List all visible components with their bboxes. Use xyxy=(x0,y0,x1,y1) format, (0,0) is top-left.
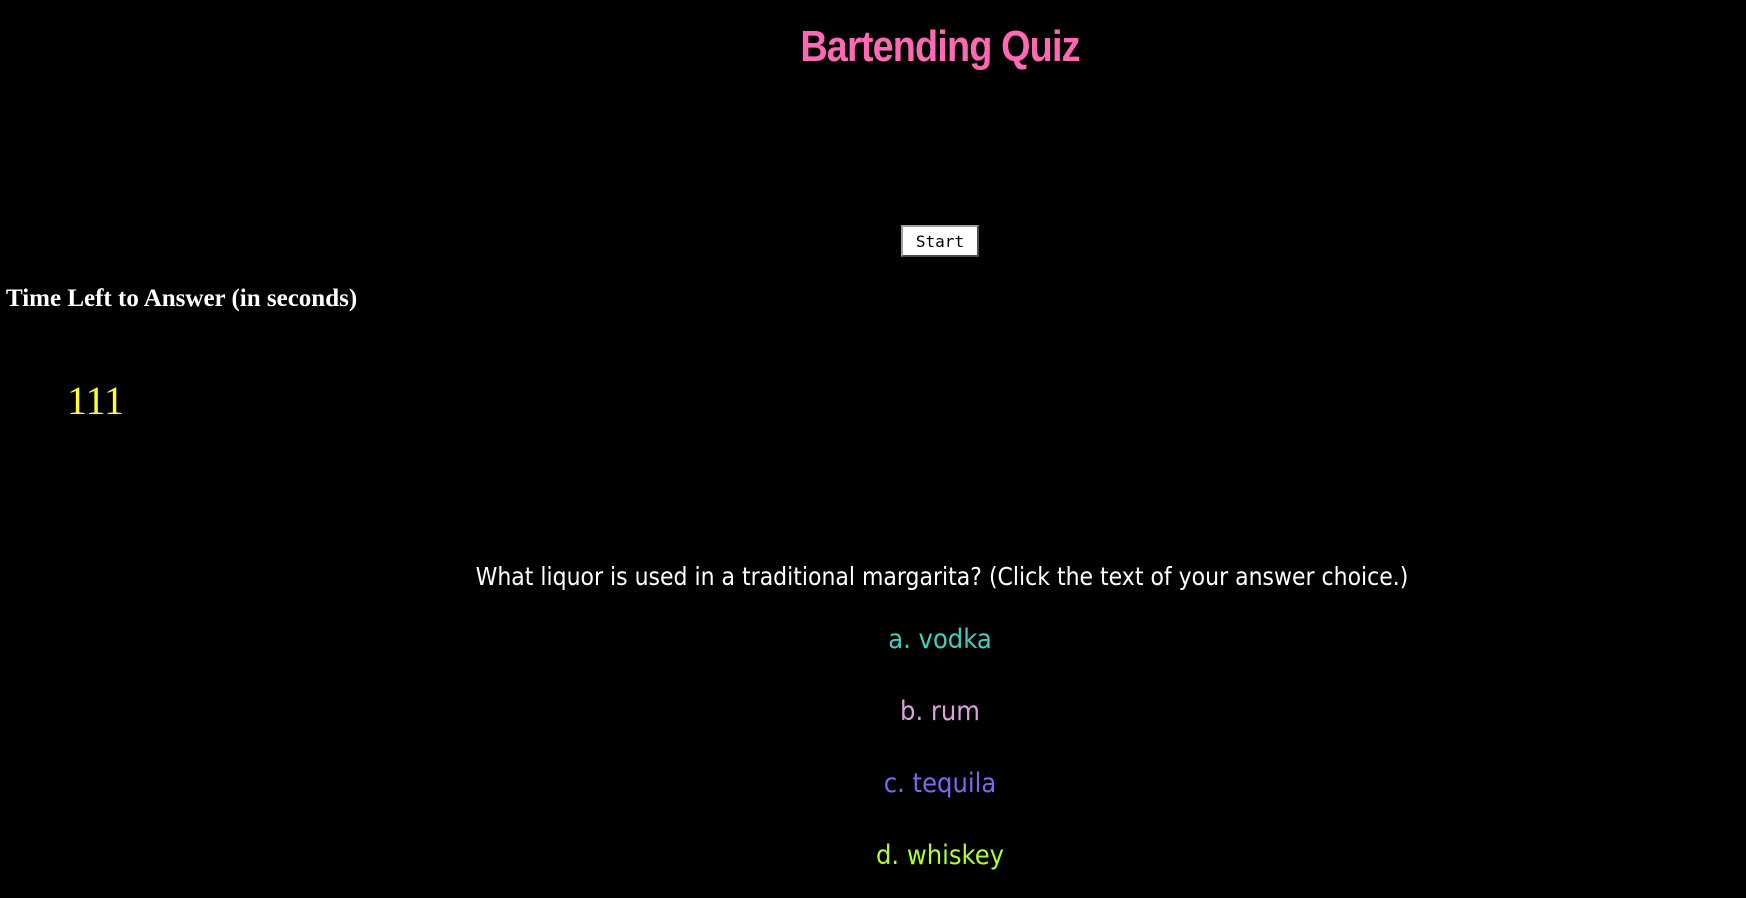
answer-choice-a[interactable]: a. vodka xyxy=(94,620,1746,692)
question-text: What liquor is used in a traditional mar… xyxy=(475,562,1409,591)
timer-heading: Time Left to Answer (in seconds) xyxy=(6,285,358,312)
answer-choice-b[interactable]: b. rum xyxy=(94,692,1746,764)
page-title: Bartending Quiz xyxy=(800,22,1080,71)
answer-choice-c[interactable]: c. tequila xyxy=(94,764,1746,836)
answer-list: a. vodka b. rum c. tequila d. whiskey xyxy=(94,620,1746,898)
answer-choice-d[interactable]: d. whiskey xyxy=(94,836,1746,898)
timer-value: 111 xyxy=(67,378,125,423)
start-button[interactable]: Start xyxy=(901,225,979,257)
